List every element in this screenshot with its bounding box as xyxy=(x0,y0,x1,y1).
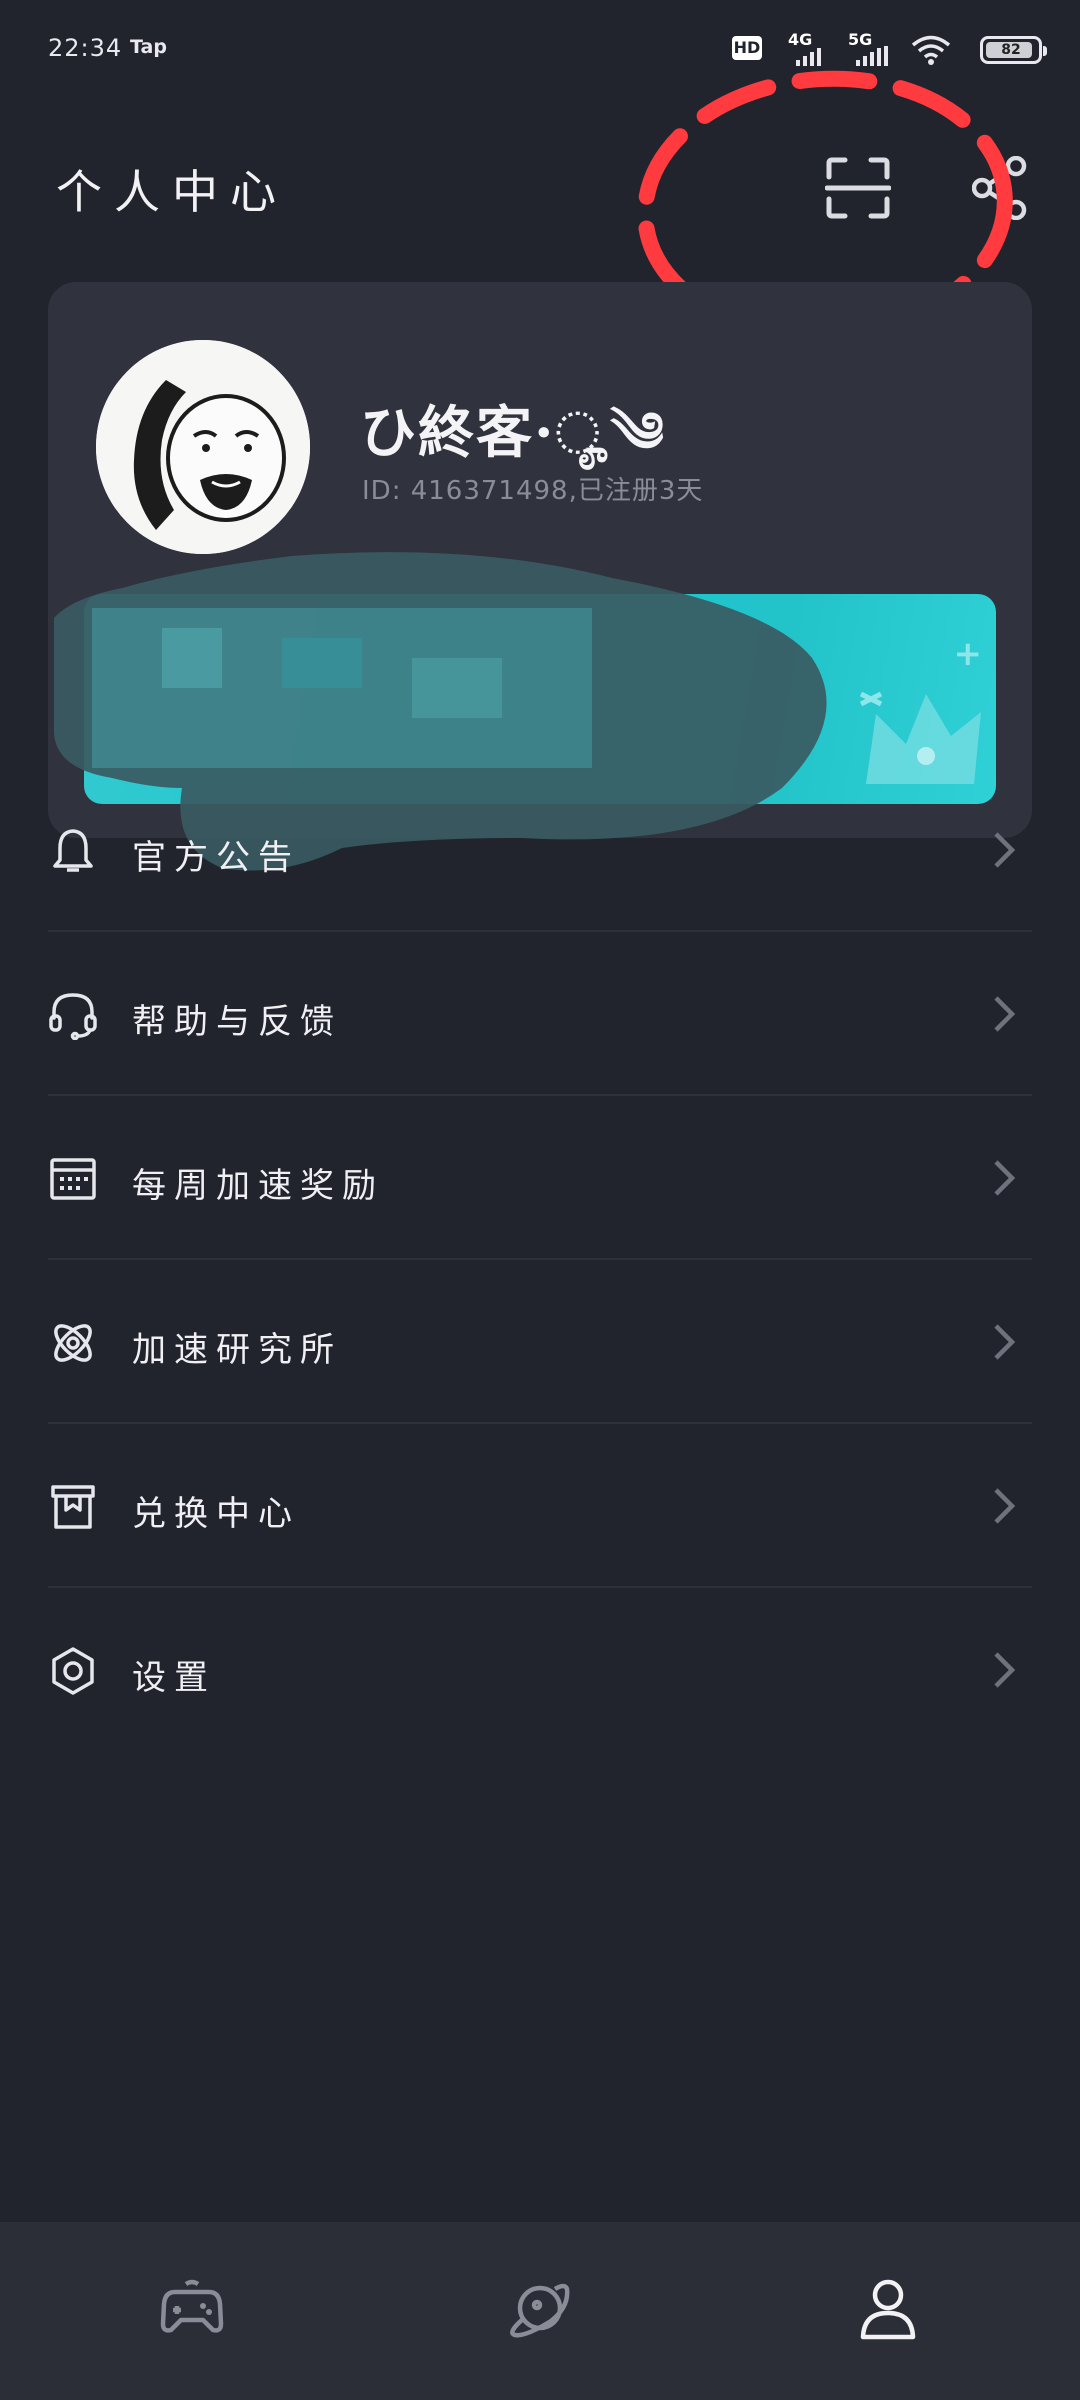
menu-item-redeem-center[interactable]: 兑换中心 xyxy=(48,1424,1032,1588)
bell-icon xyxy=(53,829,93,872)
atom-icon xyxy=(54,1324,92,1362)
menu-item-help-feedback[interactable]: 帮助与反馈 xyxy=(48,932,1032,1096)
chevron-right-icon xyxy=(994,1324,1016,1360)
scan-icon xyxy=(825,157,891,219)
menu-item-label: 帮助与反馈 xyxy=(132,1002,342,1042)
wifi-icon xyxy=(910,34,952,70)
menu-item-announcements[interactable]: 官方公告 xyxy=(48,768,1032,932)
menu-list: 官方公告 帮助与反馈 每周加速奖励 加速研究所 兑换中心 设置 xyxy=(48,768,1032,1752)
user-id: ID: 416371498,已注册3天 xyxy=(362,476,704,506)
chevron-right-icon xyxy=(994,1652,1016,1688)
tab-discover[interactable] xyxy=(500,2268,580,2348)
menu-item-settings[interactable]: 设置 xyxy=(48,1588,1032,1752)
battery-icon: 82 xyxy=(980,36,1047,64)
profile-card[interactable]: ひ終客·ೄ༄ ID: 416371498,已注册3天 + xyxy=(48,282,1032,838)
gift-box-icon xyxy=(51,1485,95,1529)
profile-icon xyxy=(860,2279,916,2340)
gamepad-icon xyxy=(160,2279,224,2333)
menu-item-label: 每周加速奖励 xyxy=(132,1166,384,1206)
avatar[interactable] xyxy=(96,340,310,554)
bottom-nav xyxy=(0,2222,1080,2400)
menu-item-label: 官方公告 xyxy=(132,838,300,878)
menu-item-research-lab[interactable]: 加速研究所 xyxy=(48,1260,1032,1424)
menu-item-weekly-reward[interactable]: 每周加速奖励 xyxy=(48,1096,1032,1260)
headset-icon xyxy=(49,993,97,1040)
plus-icon: + xyxy=(953,634,983,674)
tab-games[interactable] xyxy=(152,2268,232,2348)
status-time: 22:34 xyxy=(48,34,123,62)
page-title: 个人中心 xyxy=(56,165,288,219)
settings-icon xyxy=(52,1647,94,1695)
chevron-right-icon xyxy=(994,1488,1016,1524)
share-button[interactable] xyxy=(966,150,1036,226)
hd-icon: HD xyxy=(732,36,762,60)
tab-profile[interactable] xyxy=(848,2268,928,2348)
share-icon xyxy=(972,156,1027,220)
chevron-right-icon xyxy=(994,832,1016,868)
menu-item-label: 兑换中心 xyxy=(132,1494,300,1534)
chevron-right-icon xyxy=(994,996,1016,1032)
scan-button[interactable] xyxy=(820,150,896,226)
menu-item-label: 设置 xyxy=(132,1658,216,1698)
calendar-icon xyxy=(50,1158,96,1200)
chevron-right-icon xyxy=(994,1160,1016,1196)
status-icons: HD 4G 5G 82 xyxy=(732,28,1047,72)
menu-item-label: 加速研究所 xyxy=(132,1330,342,1370)
status-app-indicator: Tap xyxy=(130,36,167,58)
planet-icon xyxy=(510,2283,570,2338)
status-bar: 22:34 Tap HD 4G 5G 82 xyxy=(0,0,1080,100)
